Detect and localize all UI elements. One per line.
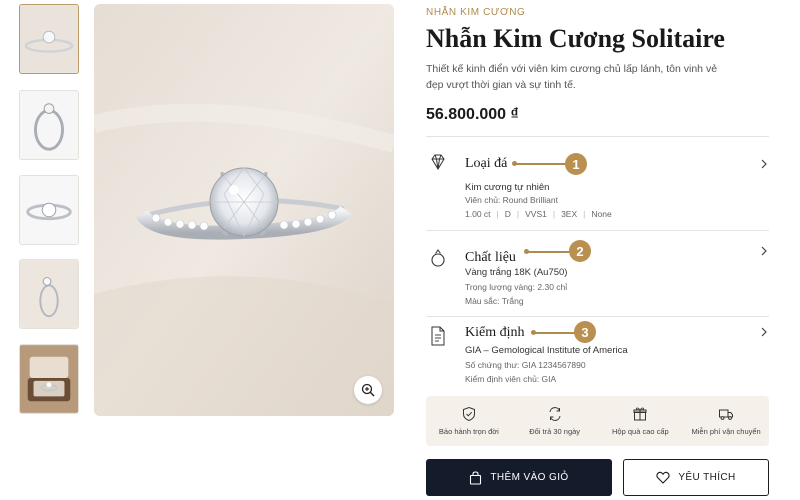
ring-in-box-icon — [20, 345, 78, 413]
section-detail: Số chứng thư: GIA 1234567890 — [465, 360, 586, 370]
favorite-label: YÊU THÍCH — [678, 472, 736, 483]
gift-icon — [633, 407, 647, 421]
benefit-label: Hộp quà cao cấp — [612, 427, 669, 436]
ring-angled-view-icon — [20, 260, 78, 328]
main-product-image — [94, 4, 394, 416]
chevron-right-icon — [761, 159, 767, 169]
zoom-in-icon — [361, 383, 375, 397]
section-detail: Trọng lượng vàng: 2.30 chỉ — [465, 282, 568, 292]
favorite-button[interactable]: YÊU THÍCH — [623, 459, 769, 496]
chevron-right-icon — [761, 327, 767, 337]
truck-icon — [719, 409, 734, 420]
callout-badge: 3 — [574, 321, 596, 343]
section-stone-type[interactable]: Loại đá 1 Kim cương tự nhiên Viên chủ: R… — [426, 136, 769, 230]
shopping-bag-icon — [470, 470, 482, 485]
product-description: Thiết kế kinh điển với viên kim cương ch… — [426, 63, 718, 91]
callout-line — [524, 249, 570, 254]
spec-clarity: VVS1 — [525, 209, 547, 219]
benefit-label: Bảo hành trọn đời — [438, 427, 499, 436]
thumbnail-ring-side[interactable] — [19, 4, 79, 74]
thumbnail-ring-angled[interactable] — [19, 259, 79, 329]
section-main-value: Vàng trắng 18K (Au750) — [465, 267, 568, 278]
benefit-shipping: Miễn phí vận chuyển — [683, 396, 769, 446]
ring-top-view-icon — [20, 176, 78, 244]
section-main-value: GIA – Gemological Institute of America — [465, 345, 628, 356]
callout-line — [531, 330, 575, 335]
thumbnail-ring-profile[interactable] — [19, 90, 79, 160]
thumbnail-ring-box[interactable] — [19, 344, 79, 414]
benefit-warranty: Bảo hành trọn đời — [426, 396, 512, 446]
certificate-icon — [431, 326, 445, 346]
callout-badge: 1 — [565, 153, 587, 175]
ring-profile-view-icon — [20, 91, 78, 159]
shield-check-icon — [462, 406, 475, 422]
add-to-cart-label: THÊM VÀO GIỎ — [490, 472, 569, 483]
spec-fluorescence: None — [591, 209, 612, 219]
zoom-button[interactable] — [354, 376, 382, 404]
add-to-cart-button[interactable]: THÊM VÀO GIỎ — [426, 459, 612, 496]
benefits-bar: Bảo hành trọn đời Đổi trả 30 ngày Hộp qu… — [426, 396, 769, 446]
section-detail: Màu sắc: Trắng — [465, 296, 524, 306]
benefit-gift-box: Hộp quà cao cấp — [598, 396, 684, 446]
section-material[interactable]: Chất liệu 2 Vàng trắng 18K (Au750) Trọng… — [426, 230, 769, 316]
heart-icon — [656, 471, 670, 484]
spec-cut: 3EX — [561, 209, 578, 219]
callout-badge: 2 — [569, 240, 591, 262]
stone-specs: 1.00 ct | D | VVS1 | 3EX | None — [465, 209, 612, 219]
ring-side-view-icon — [20, 5, 78, 73]
callout-line — [512, 161, 566, 166]
product-title: Nhẫn Kim Cương Solitaire — [426, 24, 725, 53]
section-certification[interactable]: Kiểm định 3 GIA – Gemological Institute … — [426, 316, 769, 388]
exchange-icon — [549, 407, 561, 421]
section-detail: Kiểm định viên chủ: GIA — [465, 374, 557, 384]
chevron-right-icon — [761, 246, 767, 256]
section-main-value: Kim cương tự nhiên — [465, 182, 550, 193]
section-title: Loại đá — [465, 156, 508, 171]
diamond-icon — [431, 154, 445, 170]
section-detail: Viên chủ: Round Brilliant — [465, 195, 558, 205]
spec-carat: 1.00 ct — [465, 209, 491, 219]
section-title: Chất liệu — [465, 250, 516, 265]
spec-color: D — [504, 209, 511, 219]
section-title: Kiểm định — [465, 325, 525, 340]
thumbnail-ring-top[interactable] — [19, 175, 79, 245]
benefit-label: Đổi trả 30 ngày — [529, 427, 581, 436]
ring-icon — [431, 249, 445, 267]
product-price: 56.800.000 ₫ — [426, 106, 519, 123]
benefit-label: Miễn phí vận chuyển — [691, 427, 761, 436]
solitaire-ring-illustration — [94, 4, 394, 416]
benefit-return: Đổi trả 30 ngày — [512, 396, 598, 446]
product-category: NHẪN KIM CƯƠNG — [426, 7, 526, 18]
